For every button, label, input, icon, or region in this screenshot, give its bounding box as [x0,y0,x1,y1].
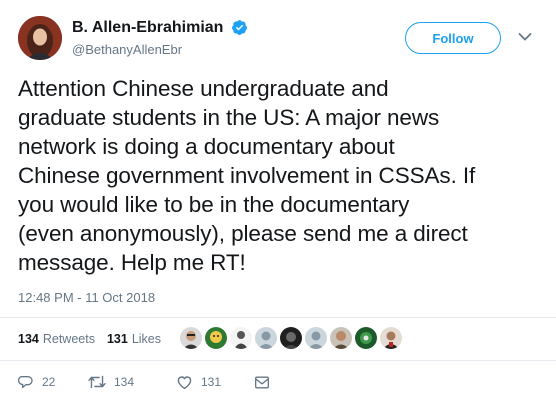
direct-message-action[interactable] [254,375,278,390]
liker-avatar[interactable] [280,327,302,349]
reply-count: 22 [42,375,56,389]
retweets-count: 134 [18,332,39,346]
divider-top [0,317,556,318]
author-name[interactable]: B. Allen-Ebrahimian [72,19,223,37]
liker-avatars [180,327,405,353]
likes-stat[interactable]: 131 Likes [107,332,163,346]
tweet-actions: 22 134 131 [18,374,278,390]
liker-avatar[interactable] [305,327,327,349]
liker-avatar[interactable] [180,327,202,349]
tweet-timestamp[interactable]: 12:48 PM - 11 Oct 2018 [18,290,155,305]
verified-badge-icon [232,20,247,35]
liker-avatar[interactable] [380,327,402,349]
liker-avatar[interactable] [355,327,377,349]
tweet-card: B. Allen-Ebrahimian @BethanyAllenEbr Fol… [0,0,556,419]
tweet-text: Attention Chinese undergraduate and grad… [18,76,476,275]
divider-bottom [0,360,556,361]
liker-avatar[interactable] [230,327,252,349]
follow-button[interactable]: Follow [405,22,501,54]
retweet-action[interactable]: 134 [88,374,176,390]
liker-avatar[interactable] [205,327,227,349]
retweet-icon [88,375,106,389]
like-icon [177,376,192,390]
direct-message-icon [255,376,269,388]
like-count: 131 [201,375,222,389]
retweets-label: Retweets [42,332,95,346]
author-handle[interactable]: @BethanyAllenEbr [72,42,182,57]
likes-count: 131 [106,332,128,346]
likes-label: Likes [131,332,162,346]
tweet-stats: 134 Retweets 131 Likes [18,332,173,346]
reply-icon [18,376,33,388]
reply-action[interactable]: 22 [18,374,88,390]
liker-avatar[interactable] [330,327,352,349]
liker-avatar[interactable] [255,327,277,349]
retweets-stat[interactable]: 134 Retweets [18,332,97,346]
like-action[interactable]: 131 [176,374,254,390]
author-avatar[interactable] [18,16,62,60]
retweet-count: 134 [114,375,135,389]
chevron-down-icon[interactable] [518,32,532,42]
